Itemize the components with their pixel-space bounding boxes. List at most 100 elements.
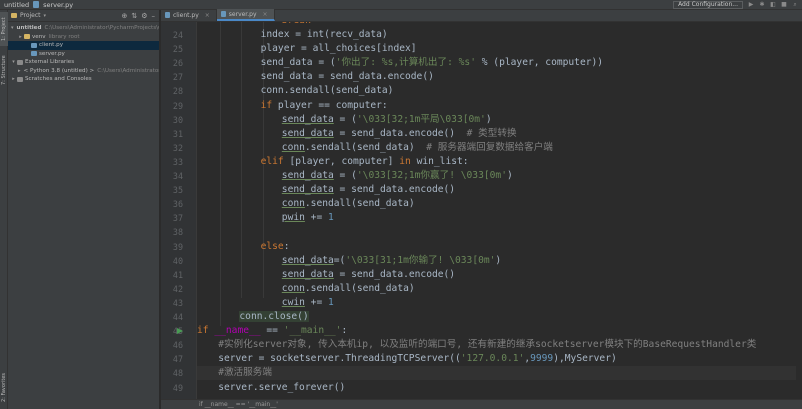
code-token: cwin [281, 296, 305, 308]
collapsed-arrow-icon[interactable]: ▸ [18, 34, 23, 40]
line-number: 47 [172, 354, 183, 365]
tree-item[interactable]: client.py [8, 41, 159, 50]
code-token: .sendall(send_data) [304, 282, 415, 294]
code-token: index = [260, 29, 307, 40]
python-file-icon [31, 51, 37, 57]
line-number: 32 [172, 142, 183, 153]
tree-item[interactable]: ▸ venv library root [8, 33, 159, 42]
close-icon[interactable]: × [205, 12, 210, 19]
python-file-icon [220, 11, 226, 17]
code-token: = send_data.encode() [333, 127, 456, 139]
tree-item-label: Scratches and Consoles [25, 76, 92, 83]
code-line: conn.sendall(send_data) [282, 282, 415, 296]
line-number: 37 [172, 213, 183, 224]
run-gutter-icon[interactable] [177, 327, 183, 334]
file-breadcrumb[interactable]: server.py [43, 1, 73, 9]
search-everywhere-icon[interactable]: ⌕ [792, 2, 798, 8]
code-line: conn.sendall(send_data) [261, 84, 394, 98]
code-token: else [260, 240, 284, 252]
folder-icon [24, 34, 30, 40]
code-line: cwin += 1 [282, 296, 334, 310]
hide-icon[interactable]: – [152, 12, 156, 20]
code-token: '你出了: %s,计算机出了: %s' [335, 57, 476, 69]
add-configuration-button[interactable]: Add Configuration... [673, 1, 743, 9]
favorites-tool-tab[interactable]: 2: Favorites [0, 370, 8, 404]
code-line: if player == computer: [261, 99, 388, 113]
tree-item[interactable]: ▸ Scratches and Consoles [8, 75, 159, 84]
gear-icon[interactable]: ⚙ [141, 12, 147, 20]
code-token: conn.close() [239, 311, 309, 322]
tree-item-label: client.py [39, 42, 64, 49]
code-token: conn [281, 282, 305, 294]
code-token: server.serve_forever() [218, 381, 346, 393]
code-token: == [260, 325, 284, 337]
chevron-down-icon[interactable]: ▾ [44, 13, 47, 19]
line-number: 31 [172, 128, 183, 139]
tree-item-path: C:\Users\Administrator\PycharmProjects\u… [44, 25, 159, 32]
line-number: 24 [172, 30, 183, 40]
project-tool-tab[interactable]: 1: Project [0, 12, 8, 46]
line-number: 36 [172, 199, 183, 210]
code-token: send_data [281, 170, 334, 181]
line-number: 39 [172, 241, 183, 252]
project-panel-title[interactable]: Project [20, 12, 41, 19]
project-breadcrumb[interactable]: untitled [4, 1, 29, 9]
code-token: send_data = ( [260, 57, 336, 69]
expanded-arrow-icon[interactable]: ▾ [11, 59, 16, 65]
code-line: send_data = send_data.encode() [282, 183, 455, 197]
line-number: 28 [172, 86, 183, 97]
code-editor[interactable]: break index = int(recv_data)player = all_… [197, 22, 802, 399]
code-line: else: [261, 240, 290, 254]
code-line: conn.sendall(send_data) # 服务器端回复数据给客户端 [282, 141, 553, 155]
line-number: 35 [172, 185, 183, 196]
editor-tab-bar: client.py × server.py × [161, 9, 802, 22]
tree-item-label: server.py [39, 50, 65, 57]
code-token: send_data [281, 127, 334, 139]
project-panel: Project ▾ ⊕ ⇅ ⚙ – ▾ untitled C:\Users\Admi… [8, 10, 160, 409]
tree-item[interactable]: ▾ External Libraries [8, 58, 159, 67]
tree-item[interactable]: ▾ untitled C:\Users\Administrator\PycharmP… [8, 24, 159, 33]
code-line: send_data = ('\033[32;1m你赢了! \033[0m') [282, 169, 513, 183]
debug-icon[interactable]: ✱ [759, 2, 765, 8]
code-token: 1 [328, 212, 334, 224]
collapsed-arrow-icon[interactable]: ▸ [11, 76, 16, 82]
close-icon[interactable]: × [263, 11, 268, 18]
code-token: send_data [281, 184, 334, 196]
code-token: : [283, 240, 290, 252]
editor-tab[interactable]: client.py × [161, 9, 217, 21]
python-file-icon [165, 12, 170, 18]
collapse-all-icon[interactable]: ⇅ [131, 12, 137, 20]
code-token: if [197, 325, 209, 337]
line-number: 40 [172, 255, 183, 266]
code-token: server = socketserver.ThreadingTCPServer… [218, 353, 461, 365]
structure-tool-tab[interactable]: 7: Structure [0, 52, 8, 88]
collapsed-arrow-icon[interactable]: ▸ [18, 68, 21, 74]
code-token: = ( [333, 113, 357, 125]
coverage-icon[interactable]: ◧ [770, 2, 776, 8]
locate-icon[interactable]: ⊕ [121, 12, 127, 20]
editor-tab[interactable]: server.py × [216, 9, 275, 21]
tree-item[interactable]: ▸ < Python 3.8 (untitled) > C:\Users\Admin… [8, 67, 159, 76]
code-token: send_data [281, 268, 334, 280]
code-token: #实例化server对象, 传入本机ip, 以及监听的端口号, 还有新建的继承s… [218, 339, 757, 351]
code-token: ) [485, 113, 492, 125]
breadcrumb-if-main[interactable]: if __name__ == '__main__' [199, 401, 278, 408]
code-token: '127.0.0.1' [460, 353, 525, 365]
tree-item-label: < Python 3.8 (untitled) > [23, 67, 95, 74]
code-token: ),MyServer) [553, 353, 617, 365]
expanded-arrow-icon[interactable]: ▾ [11, 25, 14, 31]
code-line: send_data = send_data.encode() [282, 268, 455, 282]
editor-scrollbar[interactable] [796, 22, 802, 399]
code-line: server.serve_forever() [218, 381, 345, 395]
editor-tab-label: client.py [173, 11, 199, 19]
code-token: win_list: [410, 155, 469, 167]
stop-icon[interactable]: ■ [781, 2, 787, 8]
project-tree: ▾ untitled C:\Users\Administrator\PycharmP… [8, 22, 159, 84]
code-token: pwin [281, 212, 305, 224]
code-line: conn.close() [239, 310, 309, 324]
tree-item[interactable]: server.py [8, 50, 159, 59]
run-icon[interactable]: ▶ [748, 2, 754, 8]
code-token: = send_data.encode() [333, 184, 456, 196]
line-number: 33 [172, 156, 183, 167]
line-number: 49 [172, 382, 183, 393]
